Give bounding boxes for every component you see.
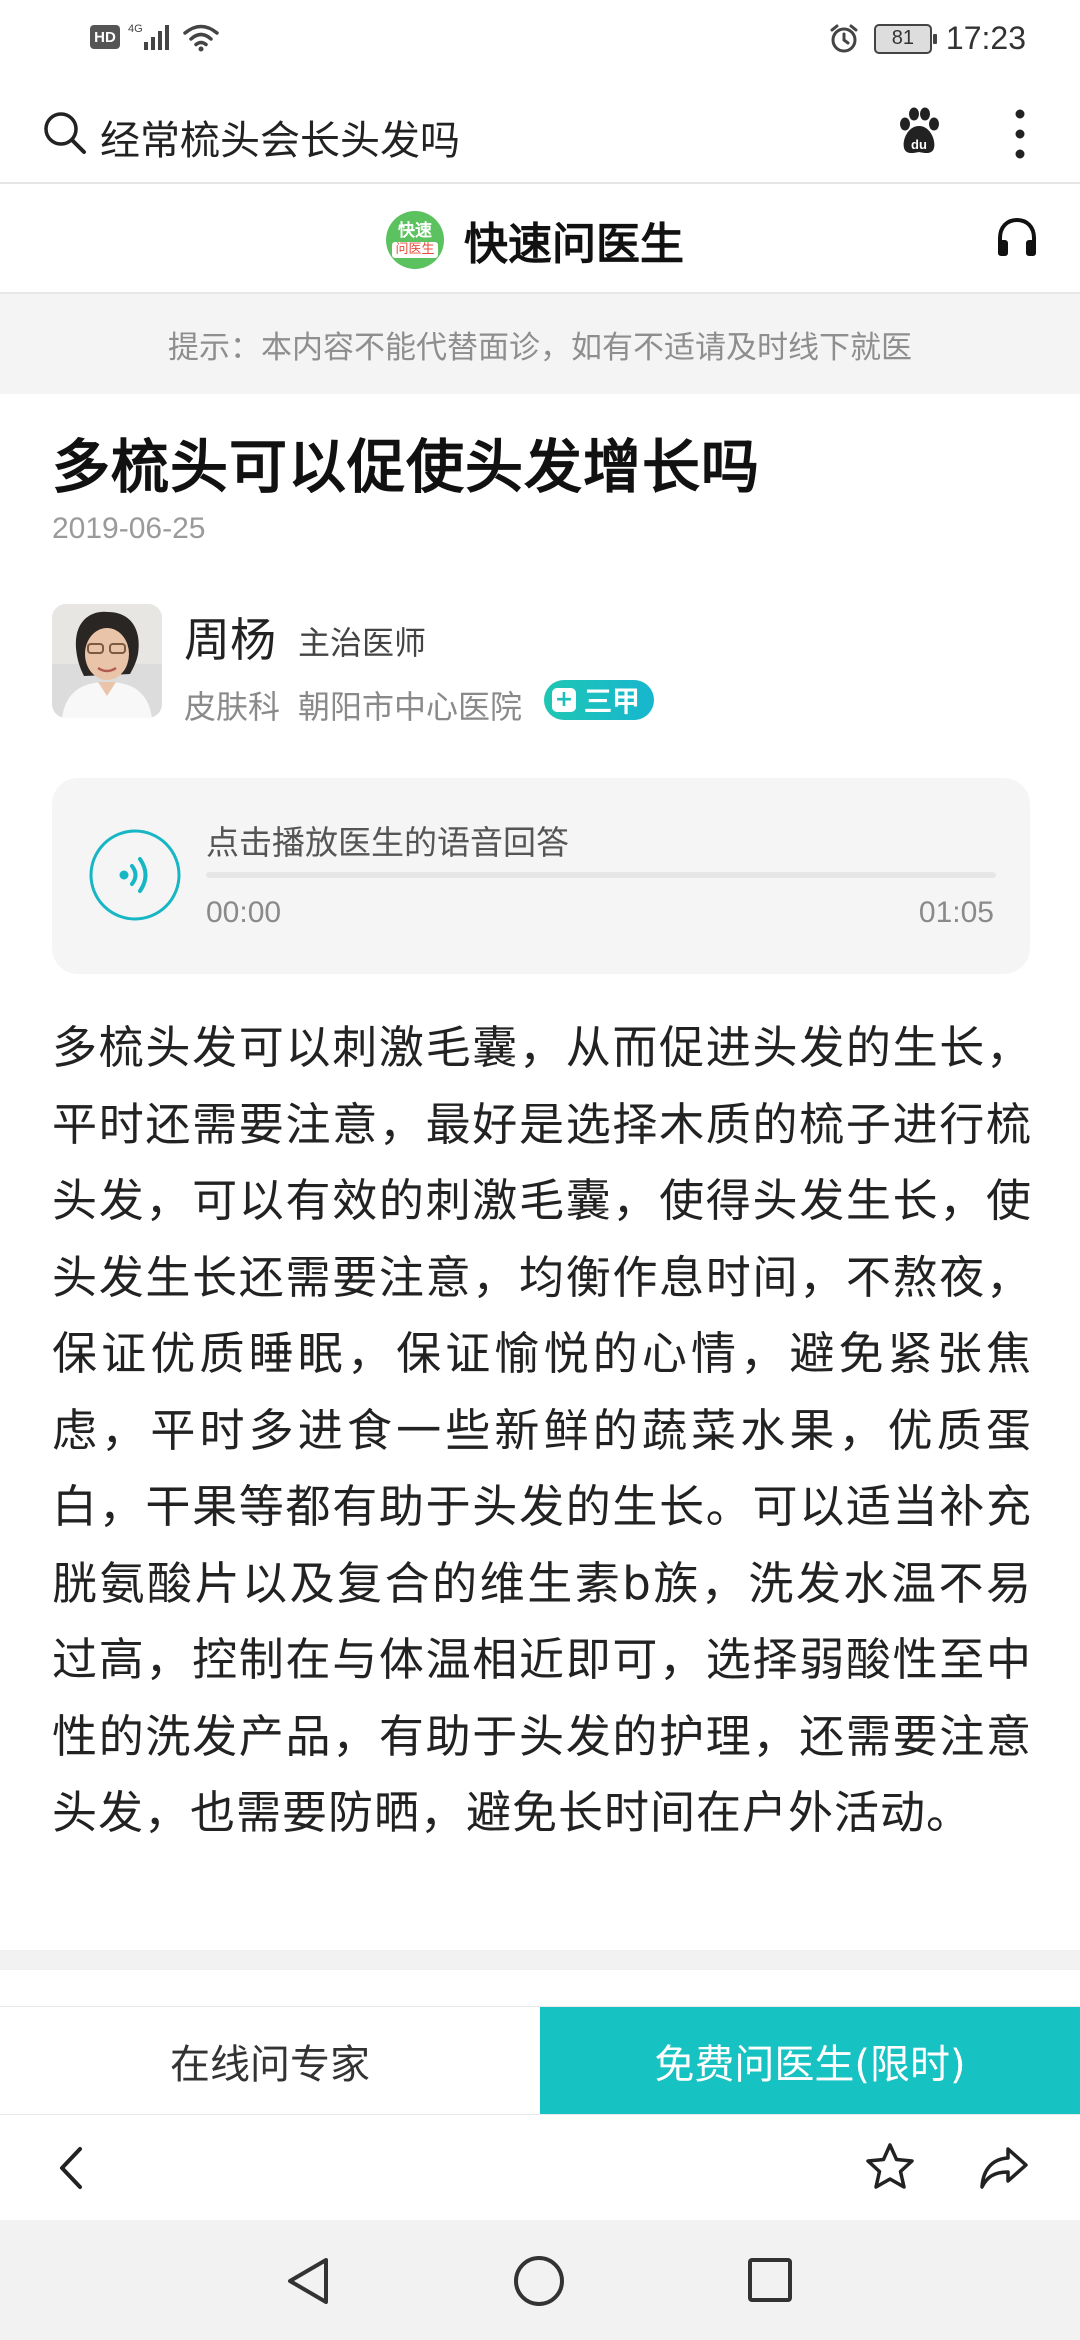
search-icon[interactable] [42, 110, 88, 156]
ask-expert-button[interactable]: 在线问专家 [0, 2007, 540, 2115]
browser-toolbar [0, 2114, 1080, 2220]
alarm-icon [830, 24, 858, 52]
system-nav-bar [0, 2220, 1080, 2340]
back-arrow-icon[interactable] [52, 2143, 92, 2193]
cta-bar: 在线问专家 免费问医生(限时) [0, 2006, 1080, 2115]
plus-icon: + [552, 688, 576, 712]
star-icon[interactable] [864, 2141, 916, 2193]
site-name: 快速问医生 [464, 219, 684, 270]
article-title: 多梳头可以促使头发增长吗 [52, 433, 761, 501]
search-bar: 经常梳头会长头发吗 du [0, 84, 1080, 184]
site-header: 快速 问医生 快速问医生 [0, 184, 1080, 294]
wifi-icon [183, 24, 219, 52]
doctor-avatar[interactable] [52, 604, 162, 718]
voice-play-icon[interactable] [88, 828, 182, 922]
logo-line1: 快速 [398, 221, 432, 241]
free-ask-doctor-button[interactable]: 免费问医生(限时) [540, 2007, 1080, 2115]
audio-current-time: 00:00 [206, 896, 282, 929]
disclaimer-tip: 提示：本内容不能代替面诊，如有不适请及时线下就医 [0, 294, 1080, 394]
audio-duration: 01:05 [918, 896, 994, 929]
baidu-paw-icon[interactable]: du [896, 106, 942, 156]
nav-back-icon[interactable] [284, 2256, 332, 2306]
logo-line2: 问医生 [392, 242, 438, 258]
nav-recent-icon[interactable] [746, 2256, 794, 2304]
nav-home-icon[interactable] [512, 2254, 566, 2308]
hd-badge: HD [90, 25, 120, 49]
more-vertical-icon[interactable] [1008, 106, 1032, 162]
headphone-icon[interactable] [994, 214, 1040, 260]
share-icon[interactable] [978, 2143, 1030, 2193]
clock: 17:23 [945, 20, 1026, 56]
section-divider [0, 1950, 1080, 1970]
status-right: 81 17:23 [828, 20, 1026, 57]
battery-indicator: 81 [873, 23, 937, 54]
logo-badge: 快速 问医生 [386, 211, 444, 269]
audio-label: 点击播放医生的语音回答 [206, 823, 569, 862]
audio-progress-bar[interactable] [206, 872, 996, 878]
network-type: 4G [128, 23, 143, 35]
search-input[interactable]: 经常梳头会长头发吗 [100, 108, 460, 166]
doctor-department: 皮肤科 [184, 688, 281, 726]
signal-icon: 4G [128, 23, 169, 50]
svg-text:du: du [911, 137, 927, 152]
hospital-grade-badge: + 三甲 [544, 680, 654, 720]
doctor-title: 主治医师 [298, 624, 427, 662]
site-logo[interactable]: 快速 问医生 快速问医生 [386, 208, 684, 272]
status-bar: HD 4G 81 17:23 [0, 0, 1080, 84]
article-body: 多梳头发可以刺激毛囊，从而促进头发的生长，平时还需要注意，最好是选择木质的梳子进… [52, 1021, 1032, 1839]
doctor-name[interactable]: 周杨 [184, 604, 276, 670]
article-date: 2019-06-25 [52, 512, 206, 545]
voice-answer-player[interactable]: 点击播放医生的语音回答 00:00 01:05 [52, 778, 1030, 974]
grade-label: 三甲 [584, 685, 641, 718]
status-left: HD 4G [90, 22, 220, 52]
doctor-hospital: 朝阳市中心医院 [298, 688, 523, 726]
